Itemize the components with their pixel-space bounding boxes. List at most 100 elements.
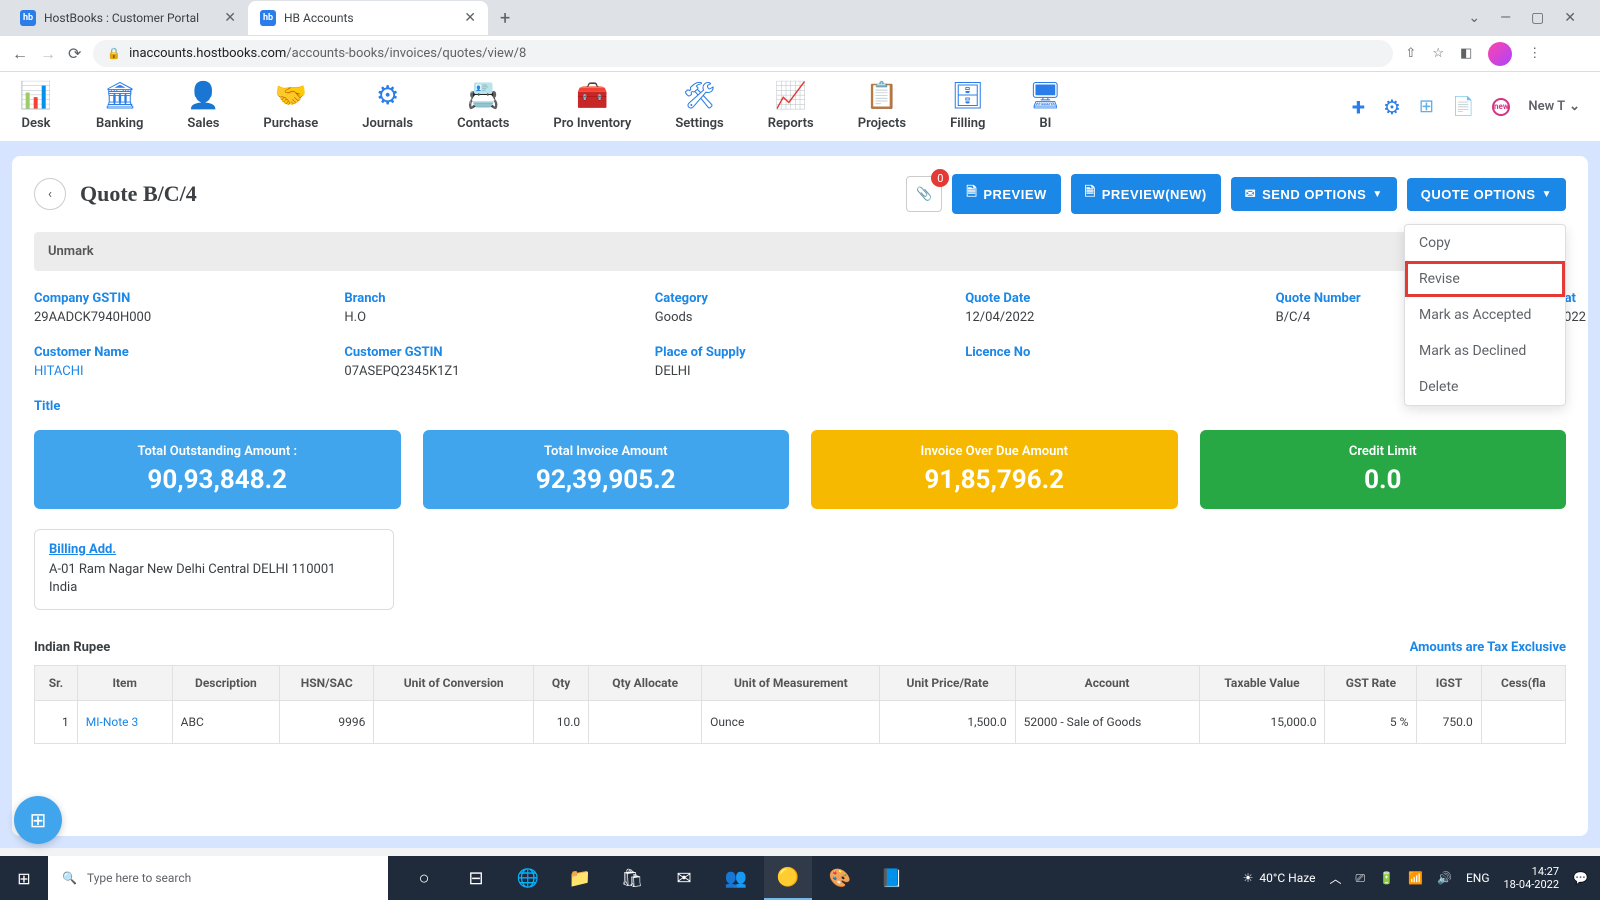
label-company-gstin: Company GSTIN: [34, 291, 324, 306]
menu-item-mark-accepted[interactable]: Mark as Accepted: [1405, 297, 1565, 333]
quote-options-button[interactable]: QUOTE OPTIONS ▼: [1407, 178, 1566, 211]
reload-icon[interactable]: ⟳: [68, 44, 81, 63]
nav-sales[interactable]: 👤Sales: [187, 82, 219, 131]
nav-settings[interactable]: 🛠Settings: [675, 82, 723, 131]
maximize-icon[interactable]: ▢: [1531, 10, 1544, 26]
calc-icon[interactable]: ⊞: [1419, 96, 1434, 117]
app-toolbar: 📊Desk 🏛Banking 👤Sales 🤝Purchase ⚙Journal…: [0, 72, 1600, 144]
label-quote-date: Quote Date: [965, 291, 1255, 306]
quote-options-menu: Copy Revise Mark as Accepted Mark as Dec…: [1404, 224, 1566, 406]
nav-projects[interactable]: 📋Projects: [858, 82, 906, 131]
taskbar-clock[interactable]: 14:27 18-04-2022: [1504, 865, 1560, 891]
nav-pro-inventory[interactable]: 🧰Pro Inventory: [553, 82, 631, 131]
bi-icon: 🖥: [1029, 82, 1061, 110]
menu-item-copy[interactable]: Copy: [1405, 225, 1565, 261]
close-window-icon[interactable]: ✕: [1564, 10, 1576, 26]
nav-journals[interactable]: ⚙Journals: [362, 82, 413, 131]
col-qty-alloc: Qty Allocate: [589, 666, 702, 701]
caret-down-icon: ▼: [1372, 189, 1382, 200]
user-menu[interactable]: New T ⌄: [1528, 99, 1580, 114]
forward-icon[interactable]: →: [40, 44, 56, 64]
close-icon[interactable]: ✕: [224, 10, 236, 26]
wifi-icon[interactable]: 📶: [1408, 871, 1423, 885]
app-launcher-button[interactable]: ⊞: [14, 796, 62, 844]
task-mail[interactable]: ✉: [660, 856, 708, 900]
nav-desk[interactable]: 📊Desk: [20, 82, 52, 131]
close-icon[interactable]: ✕: [464, 10, 476, 26]
gear-icon[interactable]: ⚙: [1383, 95, 1401, 119]
menu-item-revise[interactable]: Revise: [1405, 261, 1565, 297]
new-tab-button[interactable]: +: [488, 8, 522, 29]
value-customer-name[interactable]: HITACHI: [34, 364, 84, 379]
nav-purchase[interactable]: 🤝Purchase: [263, 82, 318, 131]
table-row[interactable]: 1 MI-Note 3 ABC 9996 10.0 Ounce 1,500.0 …: [35, 701, 1566, 744]
task-edge[interactable]: 🌐: [504, 856, 552, 900]
settings-icon: 🛠: [684, 82, 716, 110]
start-button[interactable]: ⊞: [0, 856, 48, 900]
col-hsn: HSN/SAC: [280, 666, 374, 701]
chevron-up-icon[interactable]: ︿: [1329, 870, 1341, 887]
billing-line2: India: [49, 579, 379, 597]
billing-title[interactable]: Billing Add.: [49, 542, 379, 557]
volume-icon[interactable]: 🔊: [1437, 871, 1452, 885]
browser-tab[interactable]: hb HostBooks : Customer Portal ✕: [8, 1, 248, 35]
lock-icon: 🔒: [107, 47, 121, 60]
task-store[interactable]: 🛍: [608, 856, 656, 900]
chevron-down-icon[interactable]: ⌄: [1468, 10, 1480, 26]
attachment-icon: 📎: [916, 187, 932, 202]
share-icon[interactable]: ⇧: [1405, 46, 1416, 61]
preview-button[interactable]: 🗎PREVIEW: [952, 174, 1060, 214]
menu-item-mark-declined[interactable]: Mark as Declined: [1405, 333, 1565, 369]
nav-filling[interactable]: 🗄Filling: [950, 82, 985, 131]
send-options-button[interactable]: ✉SEND OPTIONS ▼: [1231, 177, 1397, 211]
tab-title: HostBooks : Customer Portal: [44, 11, 216, 25]
journals-icon: ⚙: [372, 82, 404, 110]
tray-icon[interactable]: ⎚: [1355, 871, 1365, 886]
language-indicator[interactable]: ENG: [1466, 871, 1490, 885]
task-teams[interactable]: 👥: [712, 856, 760, 900]
inventory-icon: 🧰: [576, 82, 608, 110]
taskbar-search[interactable]: 🔍 Type here to search: [48, 856, 388, 900]
reports-icon: 📈: [775, 82, 807, 110]
nav-bi[interactable]: 🖥BI: [1029, 82, 1061, 131]
bookmark-icon[interactable]: ☆: [1432, 46, 1444, 61]
preview-new-button[interactable]: 🗎PREVIEW(NEW): [1071, 174, 1221, 214]
col-account: Account: [1015, 666, 1199, 701]
notifications-icon[interactable]: 💬: [1573, 871, 1588, 885]
new-badge-icon[interactable]: new: [1492, 98, 1510, 116]
value-place-of-supply: DELHI: [655, 364, 945, 379]
nav-contacts[interactable]: 📇Contacts: [457, 82, 509, 131]
menu-item-delete[interactable]: Delete: [1405, 369, 1565, 405]
value-category: Goods: [655, 310, 945, 325]
value-company-gstin: 29AADCK7940H000: [34, 310, 324, 325]
taskbar-weather[interactable]: ☀40°C Haze: [1243, 871, 1316, 885]
task-task-view[interactable]: ⊟: [452, 856, 500, 900]
back-button[interactable]: ‹: [34, 178, 66, 210]
minimize-icon[interactable]: —: [1500, 10, 1511, 26]
mail-icon: ✉: [1245, 186, 1256, 202]
nav-reports[interactable]: 📈Reports: [768, 82, 814, 131]
attachment-badge: 0: [931, 169, 949, 187]
projects-icon: 📋: [866, 82, 898, 110]
add-icon[interactable]: +: [1352, 93, 1365, 121]
battery-icon[interactable]: 🔋: [1379, 871, 1394, 885]
browser-tab-active[interactable]: hb HB Accounts ✕: [248, 1, 488, 35]
attachment-button[interactable]: 📎 0: [906, 176, 942, 212]
kebab-menu-icon[interactable]: ⋮: [1528, 46, 1541, 61]
task-chrome[interactable]: 🟡: [764, 856, 812, 900]
nav-banking[interactable]: 🏛Banking: [96, 82, 143, 131]
unmark-bar[interactable]: Unmark: [34, 232, 1566, 271]
task-cortana[interactable]: ○: [400, 856, 448, 900]
col-taxable: Taxable Value: [1199, 666, 1325, 701]
search-placeholder: Type here to search: [87, 871, 191, 885]
back-icon[interactable]: ←: [12, 44, 28, 64]
item-link[interactable]: MI-Note 3: [77, 701, 172, 744]
task-word[interactable]: 📘: [868, 856, 916, 900]
task-explorer[interactable]: 📁: [556, 856, 604, 900]
address-bar[interactable]: 🔒 inaccounts.hostbooks.com/accounts-book…: [93, 40, 1393, 67]
task-paint[interactable]: 🎨: [816, 856, 864, 900]
label-category: Category: [655, 291, 945, 306]
doc-icon[interactable]: 📄: [1452, 96, 1474, 117]
profile-avatar[interactable]: [1488, 42, 1512, 66]
side-panel-icon[interactable]: ◧: [1460, 46, 1472, 61]
